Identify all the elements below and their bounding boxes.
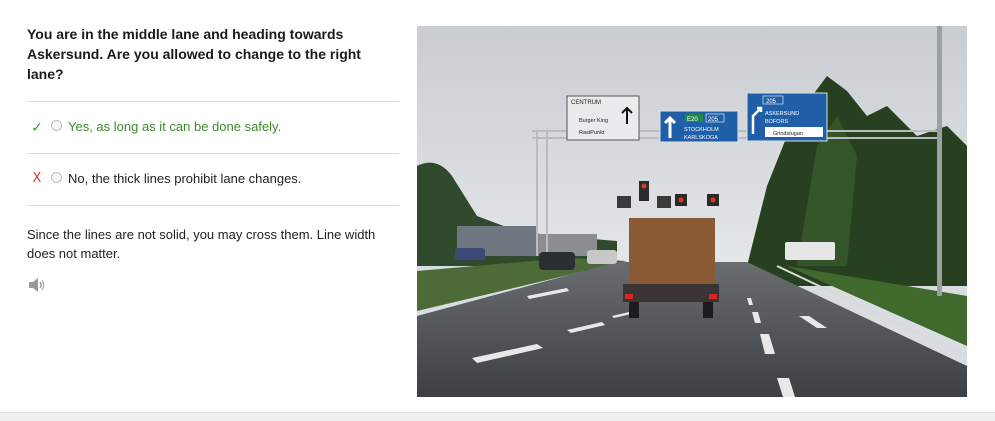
question-panel: You are in the middle lane and heading t… bbox=[27, 24, 399, 298]
explanation-text: Since the lines are not solid, you may c… bbox=[27, 227, 376, 261]
cross-icon: X bbox=[32, 171, 42, 186]
route-sign: 205 bbox=[766, 99, 777, 105]
question-text: You are in the middle lane and heading t… bbox=[27, 26, 361, 82]
sign-text: ASKERSUND bbox=[765, 111, 799, 117]
answer-option-1[interactable]: ✓ Yes, as long as it can be done safely. bbox=[27, 102, 399, 153]
speaker-icon[interactable] bbox=[27, 277, 47, 293]
sign-text: Grindstugan bbox=[773, 131, 803, 137]
checkmark-icon: ✓ bbox=[31, 119, 43, 135]
radio-button-2[interactable] bbox=[51, 172, 62, 183]
sign-header: CENTRUM bbox=[571, 100, 601, 106]
route-sign: E20 bbox=[687, 117, 698, 123]
sign-text: Burger King bbox=[579, 118, 608, 124]
route-sign: 205 bbox=[708, 117, 719, 123]
sign-text: KARLSKOGA bbox=[684, 135, 718, 141]
sign-text: BOFORS bbox=[765, 119, 789, 125]
answer-text-1: Yes, as long as it can be done safely. bbox=[68, 119, 282, 134]
sign-text: STOCKHOLM bbox=[684, 127, 719, 133]
radio-button-1[interactable] bbox=[51, 120, 62, 131]
road-photo: CENTRUM Burger King RastPunkt E20 205 ST… bbox=[417, 26, 967, 397]
answer-text-2: No, the thick lines prohibit lane change… bbox=[68, 171, 302, 186]
sign-text: RastPunkt bbox=[579, 130, 605, 136]
divider bbox=[27, 205, 399, 206]
answer-option-2[interactable]: X No, the thick lines prohibit lane chan… bbox=[27, 154, 399, 205]
